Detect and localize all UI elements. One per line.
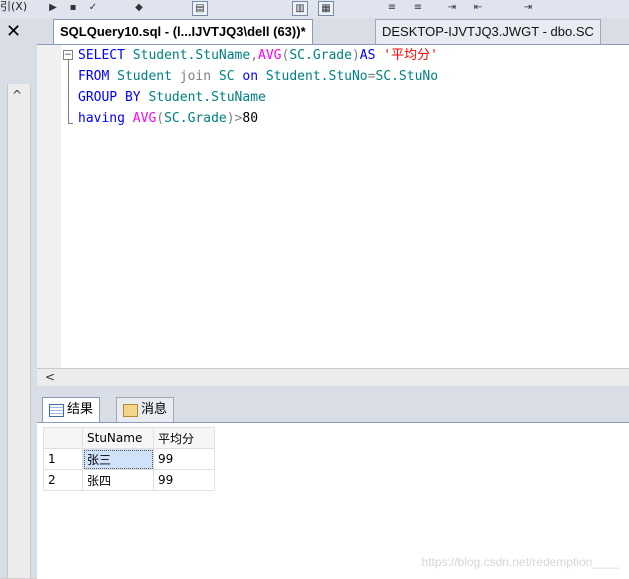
chevron-up-icon[interactable]: ^ [12, 88, 22, 102]
function: AVG [258, 48, 282, 63]
string-literal: '平均分' [383, 48, 438, 63]
row-number-header [43, 427, 83, 449]
number-literal: 80 [242, 111, 259, 126]
keyword: SELECT [78, 48, 125, 63]
results-to-text-icon[interactable]: ▥ [292, 1, 308, 16]
identifier: SC.Grade [289, 48, 352, 63]
identifier: SC.Grade [164, 111, 227, 126]
grid-results-icon[interactable]: ▤ [192, 1, 208, 16]
results-grid: StuName 平均分 1 张三 99 2 张四 99 [43, 427, 215, 491]
keyword: GROUP BY [78, 90, 141, 105]
comma: , [250, 48, 259, 63]
align-right-icon[interactable]: ≡ [412, 1, 424, 14]
column-header-average[interactable]: 平均分 [153, 427, 215, 449]
identifier: SC.StuNo [375, 69, 439, 84]
fold-end [68, 123, 73, 124]
toolbar: 引(X) ▶ ▪ ✓ ◆ ▤ ▥ ▦ ≡ ≡ ⇥ ⇤ ⇥ [0, 0, 629, 19]
code-line-2: FROM Student join SC on Student.StuNo=SC… [78, 66, 438, 87]
identifier: Student.StuName [148, 90, 266, 105]
results-grid-icon [49, 404, 64, 417]
align-left-icon[interactable]: ≡ [386, 1, 398, 14]
row-number[interactable]: 2 [43, 469, 83, 491]
editor-gutter [37, 45, 61, 369]
grid-header-row: StuName 平均分 [43, 427, 215, 449]
code-line-3: GROUP BY Student.StuName [78, 87, 438, 108]
row-number[interactable]: 1 [43, 448, 83, 470]
tab-sqlquery10[interactable]: SQLQuery10.sql - (l...IJVTJQ3\dell (63))… [53, 19, 313, 44]
indent-icon[interactable]: ⇥ [446, 1, 458, 14]
results-pane: StuName 平均分 1 张三 99 2 张四 99 https://blog… [37, 422, 629, 579]
debug-icon[interactable]: ◆ [132, 1, 146, 14]
identifier: SC [218, 69, 235, 84]
check-icon[interactable]: ✓ [88, 1, 98, 14]
identifier: Student.StuNo [265, 69, 368, 84]
execute-icon[interactable]: ▶ [48, 1, 58, 14]
toolbar-menu-label[interactable]: 引(X) [0, 0, 27, 14]
keyword: having [78, 111, 125, 126]
keyword: on [242, 69, 259, 84]
stop-icon[interactable]: ▪ [68, 1, 78, 14]
results-to-grid-icon[interactable]: ▦ [318, 1, 334, 16]
query-editor[interactable]: − SELECT Student.StuName,AVG(SC.Grade)AS… [37, 44, 629, 369]
document-tabs: SQLQuery10.sql - (l...IJVTJQ3\dell (63))… [37, 18, 629, 44]
sql-code[interactable]: SELECT Student.StuName,AVG(SC.Grade)AS '… [78, 45, 438, 129]
collapse-icon[interactable]: − [63, 50, 73, 60]
panel-vertical-scrollbar[interactable]: ^ [7, 84, 31, 578]
tab-results-label: 结果 [67, 402, 94, 417]
code-line-1: SELECT Student.StuName,AVG(SC.Grade)AS '… [78, 45, 438, 66]
watermark: https://blog.csdn.net/redemption____ [421, 555, 619, 569]
keyword: FROM [78, 69, 110, 84]
identifier: Student [117, 69, 172, 84]
function: AVG [132, 111, 157, 126]
paren: ( [156, 111, 165, 126]
cell-stuname[interactable]: 张三 [82, 448, 154, 470]
code-line-4: having AVG(SC.Grade)>80 [78, 108, 438, 129]
specify-values-icon[interactable]: ⇥ [516, 1, 540, 14]
cell-average[interactable]: 99 [153, 448, 215, 470]
messages-icon [123, 404, 138, 417]
tab-messages[interactable]: 消息 [116, 397, 175, 422]
outdent-icon[interactable]: ⇤ [472, 1, 484, 14]
tab-results[interactable]: 结果 [42, 397, 101, 422]
identifier: Student.StuName [132, 48, 251, 63]
table-row: 1 张三 99 [43, 448, 215, 470]
tab-dbo-sc[interactable]: DESKTOP-IJVTJQ3.JWGT - dbo.SC [375, 19, 601, 44]
chevron-left-icon[interactable]: < [45, 370, 55, 384]
object-explorer-panel: ✕ ^ [0, 18, 38, 578]
editor-horizontal-scrollbar[interactable]: < [37, 368, 629, 387]
column-header-stuname[interactable]: StuName [82, 427, 154, 449]
cell-stuname[interactable]: 张四 [82, 469, 154, 491]
paren: ) [226, 111, 235, 126]
tab-messages-label: 消息 [141, 402, 168, 417]
result-tabs: 结果 消息 [37, 386, 629, 422]
keyword: AS [359, 48, 376, 63]
fold-line [68, 60, 69, 123]
table-row: 2 张四 99 [43, 469, 215, 491]
paren: ) [351, 48, 360, 63]
cell-average[interactable]: 99 [153, 469, 215, 491]
close-icon[interactable]: ✕ [6, 21, 21, 42]
keyword-join: join [179, 69, 212, 84]
